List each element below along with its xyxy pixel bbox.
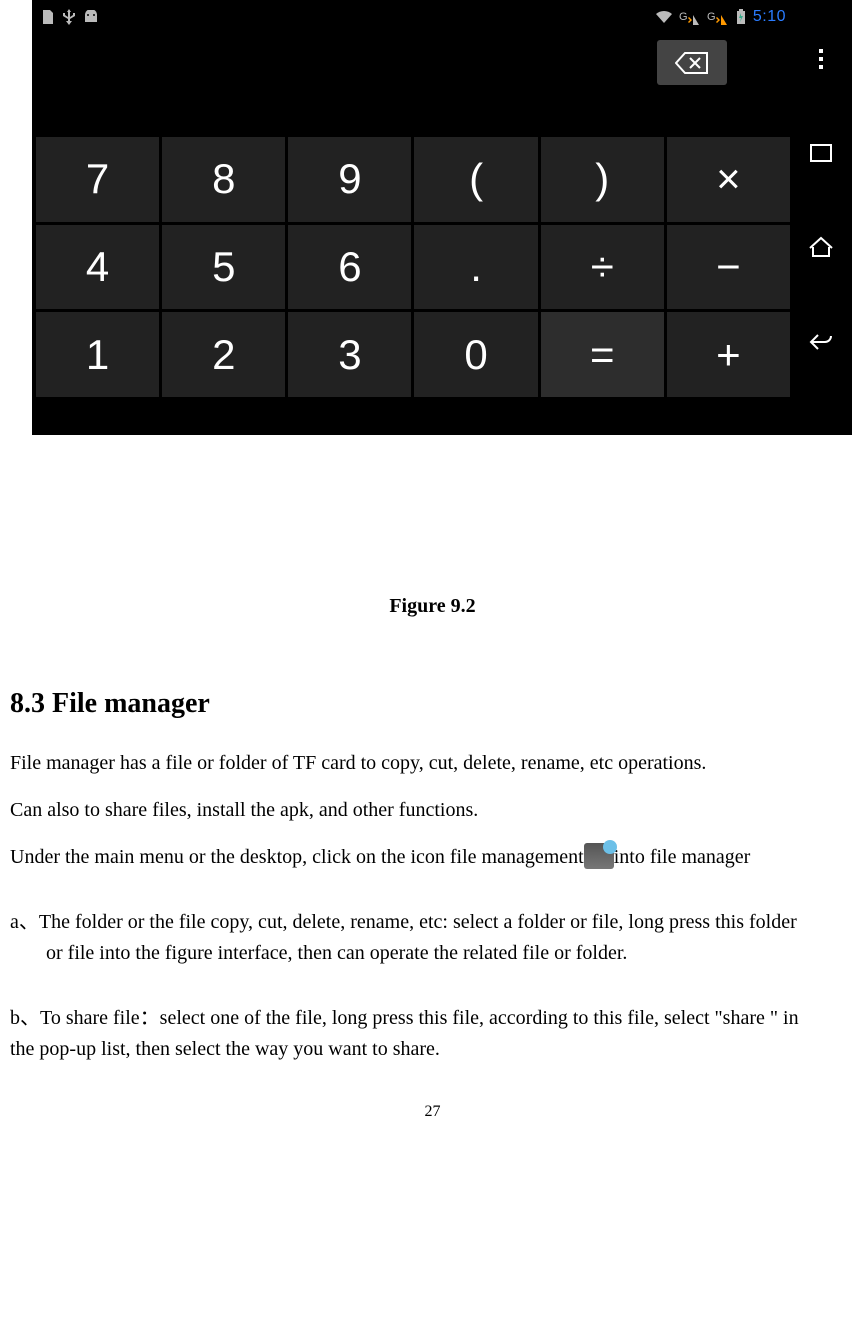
key-8[interactable]: 8 [162,137,285,222]
paragraph-3-pre: Under the main menu or the desktop, clic… [10,846,584,868]
android-navbar [792,2,850,399]
paragraph-b-cont: the pop-up list, then select the way you… [10,1034,855,1065]
key-9[interactable]: 9 [288,137,411,222]
key-7[interactable]: 7 [36,137,159,222]
calc-display [34,32,792,135]
paragraph-a-text: The folder or the file copy, cut, delete… [39,911,797,933]
backspace-button[interactable] [657,40,727,85]
key-divide[interactable]: ÷ [541,225,664,310]
key-plus[interactable]: + [667,312,790,397]
paragraph-a-cont: or file into the figure interface, then … [46,938,855,969]
battery-icon [735,9,747,25]
paragraph-a-label: a、 [10,911,39,933]
paragraph-a: a、The folder or the file copy, cut, dele… [10,907,855,938]
recent-apps-button[interactable] [809,143,833,163]
figure-caption: Figure 9.2 [10,595,855,618]
key-dot[interactable]: . [414,225,537,310]
key-1[interactable]: 1 [36,312,159,397]
android-icon [82,10,100,24]
key-0[interactable]: 0 [414,312,537,397]
key-3[interactable]: 3 [288,312,411,397]
paragraph-2: Can also to share files, install the apk… [10,795,855,826]
status-clock: 5:10 [753,8,786,26]
usb-icon [62,9,76,25]
paragraph-3: Under the main menu or the desktop, clic… [10,842,855,873]
svg-text:G: G [707,11,716,23]
back-button[interactable] [808,332,834,352]
status-bar: G G 5:10 [34,2,792,32]
section-heading: 8.3 File manager [10,688,855,720]
key-minus[interactable]: − [667,225,790,310]
home-button[interactable] [808,236,834,258]
signal-g-icon-2: G [707,9,729,25]
key-4[interactable]: 4 [36,225,159,310]
key-5[interactable]: 5 [162,225,285,310]
screenshot-bottom-strip [34,399,850,433]
key-rparen[interactable]: ) [541,137,664,222]
key-multiply[interactable]: × [667,137,790,222]
phone-screenshot: G G 5:10 [32,0,852,435]
paragraph-b-label: b、 [10,1007,40,1029]
key-equals[interactable]: = [541,312,664,397]
file-manager-icon [584,843,614,869]
paragraph-b: b、To share file：select one of the file, … [10,1003,855,1034]
wifi-icon [655,10,673,24]
signal-g-icon-1: G [679,9,701,25]
paragraph-b-text: To share file：select one of the file, lo… [40,1007,799,1029]
key-2[interactable]: 2 [162,312,285,397]
key-6[interactable]: 6 [288,225,411,310]
paragraph-1: File manager has a file or folder of TF … [10,748,855,779]
paragraph-3-post: into file manager [614,846,751,868]
key-lparen[interactable]: ( [414,137,537,222]
svg-text:G: G [679,11,688,23]
overflow-menu-icon[interactable] [819,49,823,69]
calc-keypad: 7 8 9 ( ) × 4 5 6 . ÷ − 1 2 3 [34,135,792,399]
sd-card-icon [40,9,56,25]
page-number: 27 [10,1103,855,1121]
